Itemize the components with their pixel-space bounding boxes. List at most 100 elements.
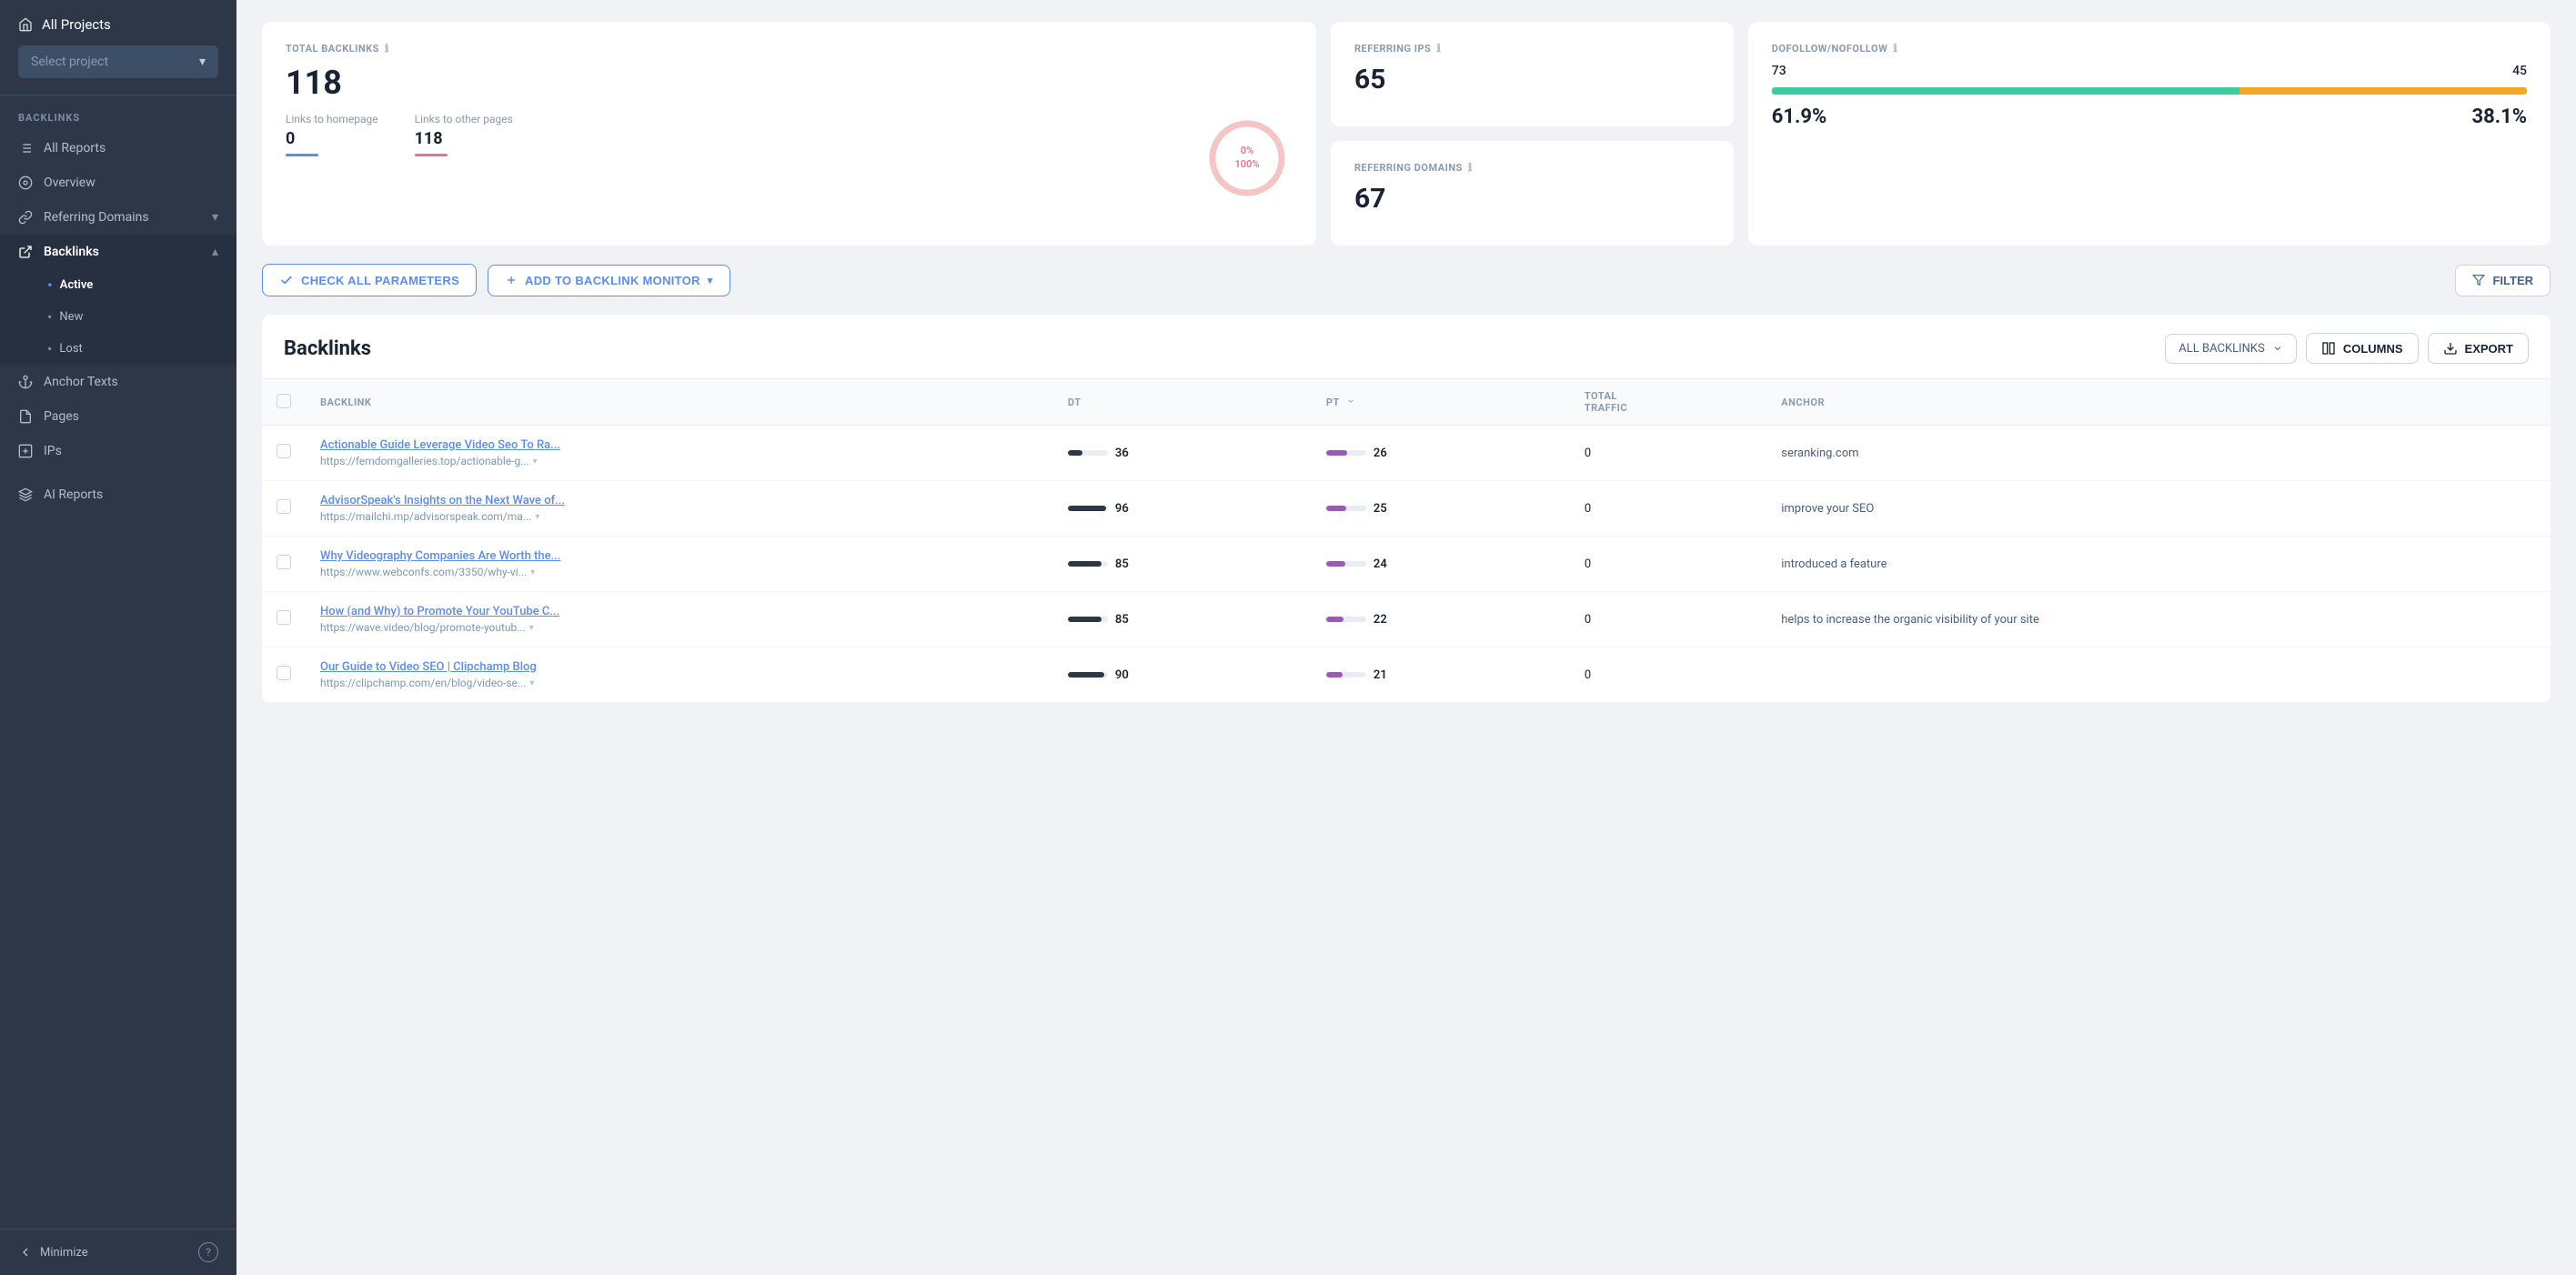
toolbar: CHECK ALL PARAMETERS ADD TO BACKLINK MON… — [262, 264, 2551, 296]
filter-icon — [2472, 274, 2485, 286]
anchor-cell: introduced a feature — [1766, 537, 2551, 592]
table-title: Backlinks — [284, 337, 371, 360]
project-select[interactable]: Select project ▾ — [18, 45, 218, 78]
backlink-url-1: https://mailchi.mp/advisorspeak.com/ma..… — [320, 510, 531, 523]
columns-button[interactable]: COLUMNS — [2306, 333, 2419, 364]
sidebar-item-all-reports[interactable]: All Reports — [0, 131, 236, 166]
backlink-cell: Our Guide to Video SEO | Clipchamp Blog … — [306, 648, 1053, 703]
sidebar-bottom: Minimize ? — [0, 1229, 236, 1275]
all-projects-link[interactable]: All Projects — [18, 16, 218, 33]
backlink-title-1[interactable]: AdvisorSpeak's Insights on the Next Wave… — [320, 494, 702, 507]
sidebar-subitem-new[interactable]: New — [0, 301, 236, 333]
sidebar: All Projects Select project ▾ BACKLINKS … — [0, 0, 236, 1275]
grid-icon — [18, 176, 33, 190]
check-params-button[interactable]: CHECK ALL PARAMETERS — [262, 264, 477, 296]
row-checkbox-4[interactable] — [277, 666, 291, 680]
url-chevron-4[interactable]: ▾ — [529, 678, 534, 688]
url-chevron-1[interactable]: ▾ — [535, 512, 539, 522]
backlink-url-2: https://www.webconfs.com/3350/why-vi... — [320, 566, 527, 578]
pt-cell: 22 — [1312, 592, 1570, 648]
referring-domains-card: REFERRING DOMAINS ℹ 67 — [1331, 141, 1734, 246]
sidebar-item-ai-reports[interactable]: AI Reports — [0, 477, 236, 512]
table-header: Backlinks ALL BACKLINKS COLUMNS EXPORT — [262, 315, 2551, 378]
backlink-title-2[interactable]: Why Videography Companies Are Worth the.… — [320, 549, 702, 563]
anchor-icon — [18, 375, 33, 389]
backlink-cell: Why Videography Companies Are Worth the.… — [306, 537, 1053, 592]
pages-icon — [18, 409, 33, 424]
backlink-title-0[interactable]: Actionable Guide Leverage Video Seo To R… — [320, 438, 702, 452]
sidebar-subitem-lost[interactable]: Lost — [0, 333, 236, 365]
sidebar-item-backlinks[interactable]: Backlinks ▴ — [0, 235, 236, 269]
dofollow-info[interactable]: ℹ — [1893, 42, 1897, 55]
traffic-cell: 0 — [1570, 426, 1766, 481]
dofollow-bar — [1772, 87, 2527, 95]
referring-domains-info[interactable]: ℹ — [1468, 161, 1473, 174]
col-pt[interactable]: PT — [1312, 379, 1570, 426]
filter-button[interactable]: FILTER — [2455, 265, 2551, 296]
total-backlinks-card: TOTAL BACKLINKS ℹ 118 Links to homepage … — [262, 22, 1316, 246]
donut-chart: 0% 100% — [1202, 113, 1293, 204]
select-all-checkbox[interactable] — [277, 394, 291, 408]
stats-row: TOTAL BACKLINKS ℹ 118 Links to homepage … — [262, 22, 2551, 246]
url-chevron-3[interactable]: ▾ — [529, 623, 534, 633]
total-backlinks-info[interactable]: ℹ — [385, 42, 389, 55]
pt-cell: 21 — [1312, 648, 1570, 703]
minimize-button[interactable]: Minimize — [18, 1245, 88, 1260]
export-button[interactable]: EXPORT — [2428, 333, 2529, 364]
table-row: Our Guide to Video SEO | Clipchamp Blog … — [262, 648, 2551, 703]
anchor-cell: helps to increase the organic visibility… — [1766, 592, 2551, 648]
table-row: Actionable Guide Leverage Video Seo To R… — [262, 426, 2551, 481]
add-monitor-button[interactable]: ADD TO BACKLINK MONITOR ▾ — [488, 265, 730, 296]
sidebar-item-anchor-texts[interactable]: Anchor Texts — [0, 365, 236, 399]
backlink-url-0: https://femdomgalleries.top/actionable-g… — [320, 455, 529, 467]
backlink-cell: AdvisorSpeak's Insights on the Next Wave… — [306, 481, 1053, 537]
all-backlinks-dropdown[interactable]: ALL BACKLINKS — [2165, 334, 2297, 364]
expand-icon: ▾ — [212, 210, 218, 225]
referring-ips-info[interactable]: ℹ — [1436, 42, 1441, 55]
url-chevron-2[interactable]: ▾ — [530, 567, 535, 577]
backlink-title-3[interactable]: How (and Why) to Promote Your YouTube C.… — [320, 605, 702, 618]
row-checkbox-3[interactable] — [277, 610, 291, 625]
row-checkbox-0[interactable] — [277, 444, 291, 458]
col-anchor: ANCHOR — [1766, 379, 2551, 426]
donut-label-0pct: 0% — [1241, 145, 1253, 156]
backlinks-section-label: BACKLINKS — [0, 95, 236, 131]
traffic-cell: 0 — [1570, 481, 1766, 537]
dt-cell: 36 — [1053, 426, 1312, 481]
pt-cell: 25 — [1312, 481, 1570, 537]
dt-cell: 85 — [1053, 537, 1312, 592]
row-checkbox-2[interactable] — [277, 555, 291, 569]
url-chevron-0[interactable]: ▾ — [533, 457, 538, 467]
pt-cell: 26 — [1312, 426, 1570, 481]
anchor-cell: improve your SEO — [1766, 481, 2551, 537]
sidebar-item-ips[interactable]: IPs — [0, 434, 236, 468]
sidebar-item-referring-domains[interactable]: Referring Domains ▾ — [0, 200, 236, 235]
sidebar-item-pages[interactable]: Pages — [0, 399, 236, 434]
table-controls: ALL BACKLINKS COLUMNS EXPORT — [2165, 333, 2529, 364]
pt-cell: 24 — [1312, 537, 1570, 592]
check-icon — [279, 273, 294, 287]
referring-ips-card: REFERRING IPS ℹ 65 — [1331, 22, 1734, 126]
traffic-cell: 0 — [1570, 648, 1766, 703]
link-icon — [18, 210, 33, 225]
backlink-cell: How (and Why) to Promote Your YouTube C.… — [306, 592, 1053, 648]
chevron-down-icon: ▾ — [199, 55, 206, 69]
backlink-cell: Actionable Guide Leverage Video Seo To R… — [306, 426, 1053, 481]
main-content: TOTAL BACKLINKS ℹ 118 Links to homepage … — [236, 0, 2576, 1275]
plus-icon — [505, 274, 518, 286]
sidebar-subitem-active[interactable]: Active — [0, 269, 236, 301]
col-dt: DT — [1053, 379, 1312, 426]
backlink-title-4[interactable]: Our Guide to Video SEO | Clipchamp Blog — [320, 660, 702, 674]
help-button[interactable]: ? — [198, 1242, 218, 1262]
traffic-cell: 0 — [1570, 537, 1766, 592]
backlinks-table-section: Backlinks ALL BACKLINKS COLUMNS EXPORT — [262, 315, 2551, 703]
home-icon — [18, 17, 33, 32]
anchor-cell: seranking.com — [1766, 426, 2551, 481]
row-checkbox-1[interactable] — [277, 499, 291, 514]
backlink-url-4: https://clipchamp.com/en/blog/video-se..… — [320, 677, 526, 689]
export-icon — [2443, 341, 2458, 356]
sidebar-item-overview[interactable]: Overview — [0, 166, 236, 200]
dt-cell: 96 — [1053, 481, 1312, 537]
collapse-icon: ▴ — [212, 245, 218, 259]
backlinks-table: BACKLINK DT PT TOTALTRAFFIC ANCHOR Actio… — [262, 378, 2551, 703]
